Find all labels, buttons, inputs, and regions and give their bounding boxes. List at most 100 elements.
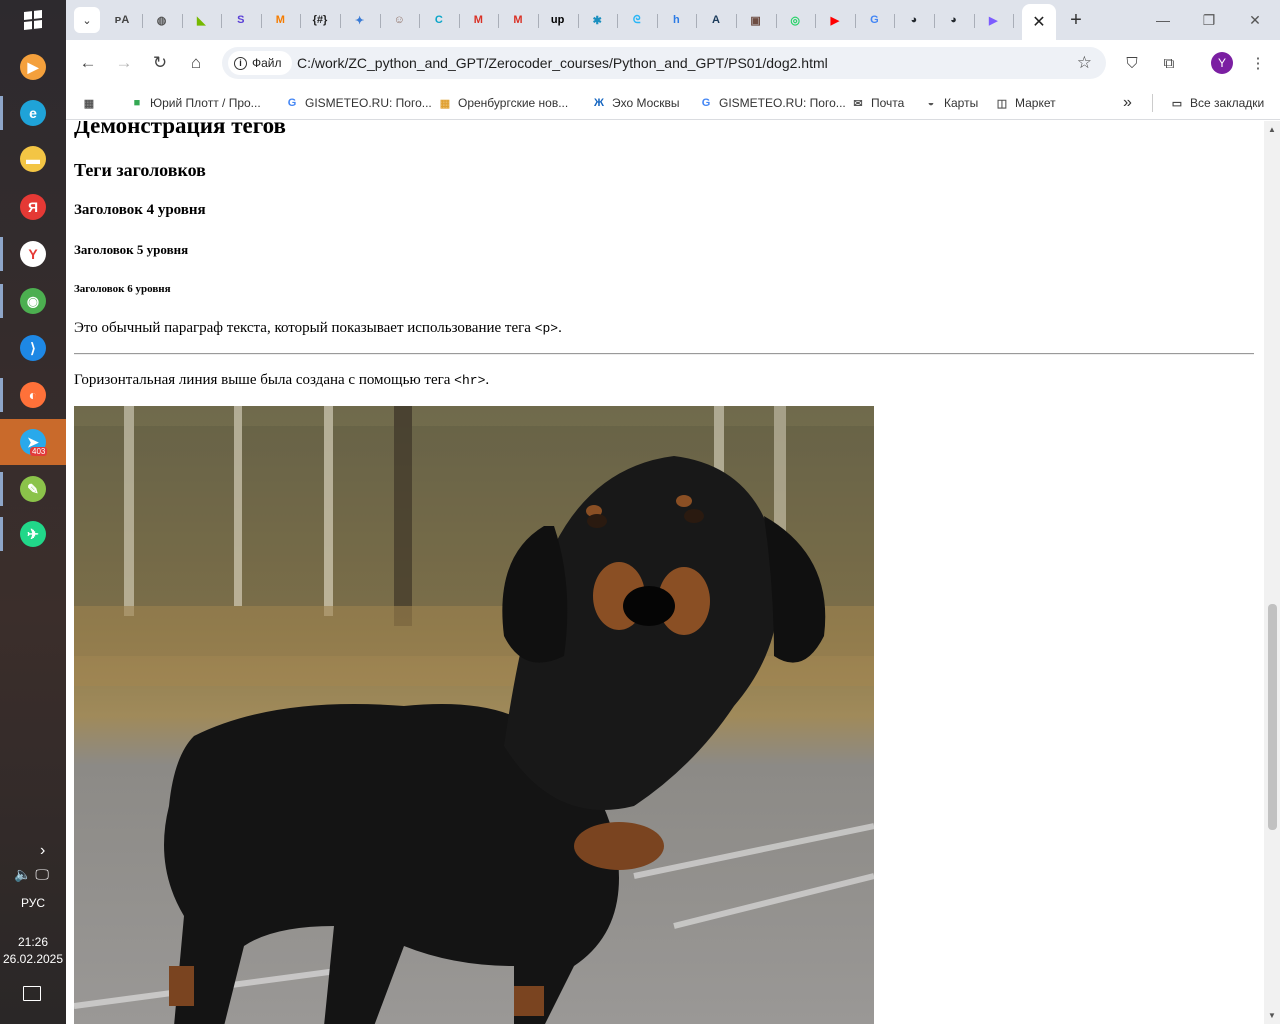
restore-button[interactable]: ❐ (1186, 8, 1232, 32)
taskbar-app[interactable]: ✈ (0, 511, 66, 557)
taskbar-app[interactable]: ◉ (0, 278, 66, 324)
tab-bird-icon[interactable]: ✦ (350, 10, 370, 30)
extensions-icon[interactable]: ⧉ (1157, 51, 1181, 75)
bookmark-item[interactable]: ✉ Почта (851, 93, 904, 113)
tab-a-icon[interactable]: A (706, 10, 726, 30)
dog-photo (74, 406, 874, 1024)
tab-gmail-icon[interactable]: M (468, 10, 488, 30)
scrollbar-thumb[interactable] (1268, 604, 1277, 830)
site-info-label: Файл (252, 56, 282, 70)
apps-grid-icon[interactable]: ▦ (82, 93, 96, 113)
maps-icon: ◒ (927, 97, 935, 109)
taskbar-app[interactable]: ▬ (0, 136, 66, 182)
url-text[interactable]: C:/work/ZC_python_and_GPT/Zerocoder_cour… (297, 55, 828, 71)
taskbar-app[interactable]: ◐ (0, 372, 66, 418)
bookmark-item[interactable]: ■ Юрий Плотт / Про... (130, 93, 261, 113)
tab-copilot-icon[interactable]: C (429, 10, 449, 30)
vertical-scrollbar[interactable]: ▲ ▼ (1264, 121, 1280, 1024)
taskbar-app[interactable]: Я (0, 184, 66, 230)
profile-avatar[interactable]: Y (1211, 52, 1233, 74)
taskbar-app[interactable]: Y (0, 231, 66, 277)
tab-nvidia-icon[interactable]: ◣ (191, 10, 211, 30)
paragraph-end: . (558, 320, 562, 336)
tab-google-icon[interactable]: G (864, 10, 884, 30)
address-bar[interactable]: i Файл C:/work/ZC_python_and_GPT/Zerocod… (222, 47, 1106, 79)
tab-separator (696, 14, 698, 28)
tab-gemini-icon[interactable]: ▶ (983, 10, 1003, 30)
start-button[interactable] (0, 0, 66, 40)
bookmark-label: Эхо Москвы (612, 96, 680, 110)
taskbar-app[interactable]: ✎ (0, 466, 66, 512)
taskbar-app[interactable]: e (0, 90, 66, 136)
tab-separator (1013, 14, 1015, 28)
tab-s-icon[interactable]: S (231, 10, 251, 30)
mail-icon: ✉ (853, 97, 863, 110)
bookmarks-overflow-button[interactable]: » (1123, 93, 1132, 113)
bookmark-item[interactable]: ◒ Карты (924, 93, 979, 113)
tab-strip: ⌄ ᴘA ◍ ◣ S M {#} ✦ ☺ C M Mup ✱ ᘓ h A ▣ ◎ ▶ G ◕ ◕ ▶ ✕ + — ❐ ✕ (66, 0, 1280, 40)
bookmark-item[interactable]: ◫ Маркет (995, 93, 1056, 113)
tab-separator (300, 14, 302, 28)
site-info-chip[interactable]: i Файл (228, 51, 292, 75)
bookmark-label: Оренбургские нов... (458, 96, 569, 110)
tab-gmail-2-icon[interactable]: M (508, 10, 528, 30)
tab-person-icon[interactable]: ☺ (389, 10, 409, 30)
tab-m-orange-icon[interactable]: M (270, 10, 290, 30)
toolbar: ← → ↻ ⌂ i Файл C:/work/ZC_python_and_GPT… (66, 40, 1280, 86)
tab-globe-icon[interactable]: ◍ (152, 10, 172, 30)
echo-icon: Ж (594, 97, 604, 109)
shield-icon[interactable]: ⛉ (1120, 51, 1144, 75)
tab-github-2-icon[interactable]: ◕ (944, 10, 964, 30)
bookmark-label: Карты (944, 96, 979, 110)
tab-h-icon[interactable]: h (666, 10, 686, 30)
bookmark-star-icon[interactable]: ☆ (1077, 53, 1092, 73)
menu-kebab-icon[interactable]: ⋮ (1246, 51, 1270, 75)
taskbar-app[interactable]: ⟩ (0, 325, 66, 371)
tab-separator (419, 14, 421, 28)
tab-translate-icon[interactable]: ᴘA (112, 10, 132, 30)
bookmark-item[interactable]: G GISMETEO.RU: Пого... (699, 93, 846, 113)
market-icon: ◫ (996, 97, 1008, 110)
tab-separator (934, 14, 935, 28)
tray-icons[interactable]: 🔈 🖵 (14, 866, 49, 883)
tab-openai-icon[interactable]: ✱ (587, 10, 607, 30)
chevron-right-icon[interactable]: › (40, 842, 45, 860)
tab-separator (577, 14, 579, 28)
scroll-up-arrow-icon[interactable]: ▲ (1268, 125, 1276, 134)
reload-icon[interactable]: ↻ (148, 51, 172, 75)
tab-whatsapp-icon[interactable]: ◎ (785, 10, 805, 30)
clock[interactable]: 21:26 26.02.2025 (0, 934, 66, 968)
tab-wave-icon[interactable]: ᘓ (627, 10, 647, 30)
language-indicator[interactable]: РУС (0, 896, 66, 910)
hr-paragraph-code: <hr> (454, 373, 486, 388)
back-arrow-icon[interactable]: ← (76, 51, 100, 75)
taskbar-app[interactable]: ➤ 403 (0, 419, 66, 465)
green-square-icon: ■ (133, 97, 141, 109)
all-bookmarks-button[interactable]: ▭ Все закладки (1170, 93, 1264, 113)
bookmark-label: GISMETEO.RU: Пого... (305, 96, 432, 110)
taskbar-app[interactable]: ▶ (0, 44, 66, 90)
home-icon[interactable]: ⌂ (184, 51, 208, 75)
tab-hashtag-icon[interactable]: {#} (310, 10, 330, 30)
bookmark-item[interactable]: ▦ Оренбургские нов... (438, 93, 568, 113)
grid-icon: ▦ (439, 97, 451, 110)
tab-portrait-icon[interactable]: ▣ (746, 10, 766, 30)
tab-separator (815, 14, 817, 28)
minimize-button[interactable]: — (1140, 8, 1186, 32)
tab-search-button[interactable]: ⌄ (74, 7, 100, 33)
bookmark-item[interactable]: Ж Эхо Москвы (592, 93, 680, 113)
forward-arrow-icon[interactable]: → (112, 51, 136, 75)
active-tab[interactable]: ✕ (1022, 4, 1056, 40)
scroll-down-arrow-icon[interactable]: ▼ (1268, 1011, 1276, 1020)
notification-center-icon[interactable] (23, 986, 41, 1001)
close-window-button[interactable]: ✕ (1232, 8, 1278, 32)
tab-separator (181, 14, 183, 28)
bookmark-item[interactable]: G GISMETEO.RU: Пого... (285, 93, 432, 113)
tab-up-icon[interactable]: up (548, 10, 568, 30)
running-indicator (0, 96, 3, 130)
tab-youtube-icon[interactable]: ▶ (825, 10, 845, 30)
new-tab-button[interactable]: + (1064, 8, 1088, 32)
close-tab-icon[interactable]: ✕ (1032, 12, 1045, 32)
tab-github-icon[interactable]: ◕ (904, 10, 924, 30)
taskbar: ▶ e ▬ Я Y ◉ ⟩ ◐ ➤ 403 ✎ ✈ › 🔈 🖵 РУС 21:26 26.02.202… (0, 0, 66, 1024)
